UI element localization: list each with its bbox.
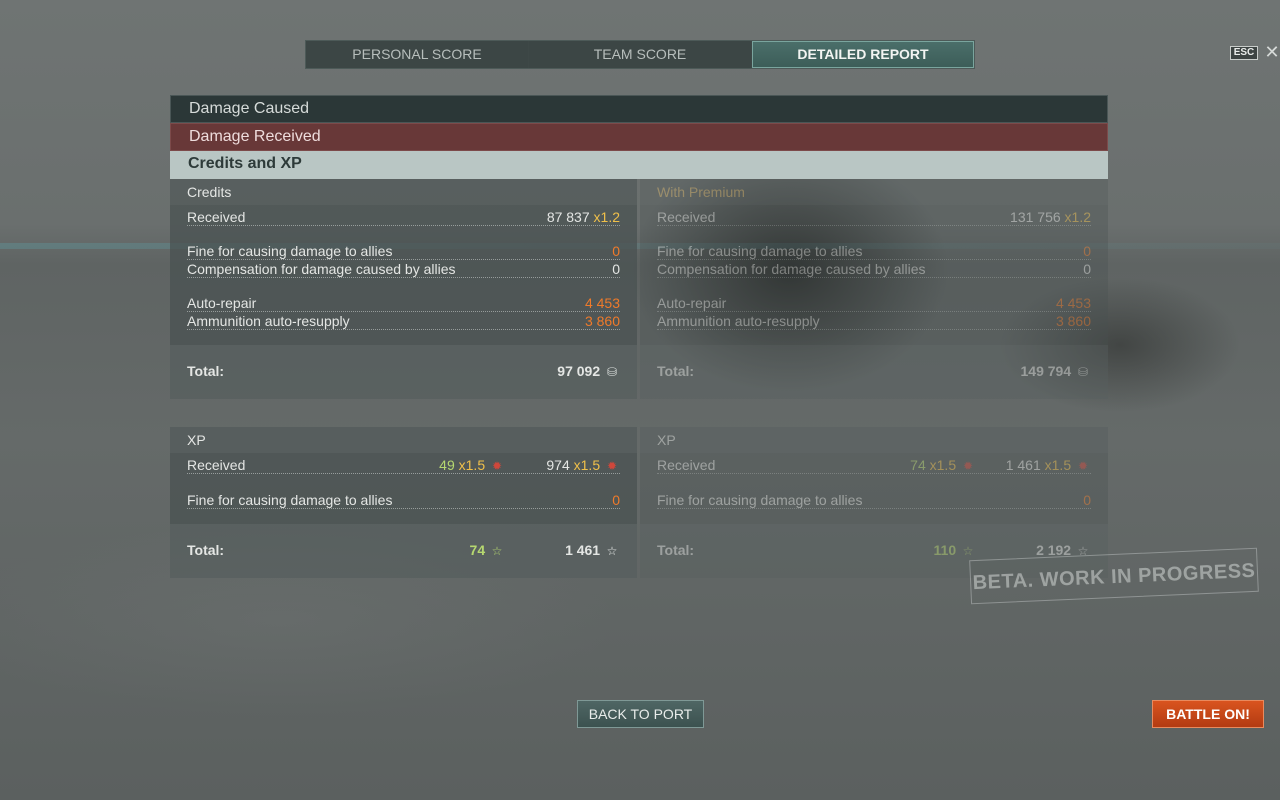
xp-multiplier-icon: ✹ — [491, 459, 503, 473]
credits-received-row: Received 87 837 x1.2 — [187, 208, 620, 226]
premium-ammo-value: 3 860 — [1055, 313, 1091, 329]
xp-premium-fine-label: Fine for causing damage to allies — [657, 492, 863, 508]
credits-panel-title: Credits — [170, 179, 637, 205]
premium-ammo-label: Ammunition auto-resupply — [657, 313, 820, 329]
xp-received-free: 974 x1.5 ✹ — [546, 456, 620, 475]
premium-fine-value: 0 — [1083, 243, 1091, 259]
xp-premium-received-row: Received 74 x1.5 ✹ 1 461 x1.5 ✹ — [657, 456, 1091, 474]
premium-ammo-row: Ammunition auto-resupply 3 860 — [657, 312, 1091, 330]
credits-compensation-value: 0 — [612, 261, 620, 277]
credits-icon: ⛁ — [606, 365, 618, 379]
tab-team-score[interactable]: TEAM SCORE — [529, 41, 752, 68]
premium-autorepair-value: 4 453 — [1055, 295, 1091, 311]
credits-ammo-row: Ammunition auto-resupply 3 860 — [187, 312, 620, 330]
xp-multiplier-icon: ✹ — [962, 459, 974, 473]
xp-premium-fine-value: 0 — [1083, 492, 1091, 508]
xp-received-label: Received — [187, 457, 246, 473]
xp-premium-title: XP — [640, 427, 1108, 453]
xp-premium-received-free: 1 461 x1.5 ✹ — [1006, 456, 1091, 475]
credits-total-label: Total: — [187, 363, 225, 379]
credits-autorepair-value: 4 453 — [584, 295, 620, 311]
xp-premium-total-label: Total: — [657, 542, 695, 558]
xp-fine-value: 0 — [612, 492, 620, 508]
credits-received-value: 87 837 x1.2 — [546, 209, 620, 225]
credits-fine-value: 0 — [612, 243, 620, 259]
credits-panel: Credits Received 87 837 x1.2 Fine for ca… — [170, 179, 637, 399]
premium-fine-label: Fine for causing damage to allies — [657, 243, 863, 259]
credits-ammo-label: Ammunition auto-resupply — [187, 313, 350, 329]
section-credits-and-xp[interactable]: Credits and XP — [170, 151, 1108, 179]
xp-premium-panel: XP Received 74 x1.5 ✹ 1 461 x1.5 ✹ Fine … — [640, 427, 1108, 578]
xp-premium-fine-row: Fine for causing damage to allies 0 — [657, 491, 1091, 509]
credits-total-area: Total: 97 092 ⛁ — [170, 345, 637, 399]
credits-autorepair-row: Auto-repair 4 453 — [187, 294, 620, 312]
premium-total-label: Total: — [657, 363, 695, 379]
credits-compensation-row: Compensation for damage caused by allies… — [187, 260, 620, 278]
battle-on-button[interactable]: BATTLE ON! — [1152, 700, 1264, 728]
xp-panel: XP Received 49 x1.5 ✹ 974 x1.5 ✹ Fine fo… — [170, 427, 637, 578]
credits-received-label: Received — [187, 209, 246, 225]
xp-premium-total-xp: 110 ☆ — [934, 542, 976, 558]
xp-fine-row: Fine for causing damage to allies 0 — [187, 491, 620, 509]
free-xp-star-icon: ☆ — [606, 544, 618, 558]
credits-fine-label: Fine for causing damage to allies — [187, 243, 393, 259]
premium-compensation-value: 0 — [1083, 261, 1091, 277]
xp-total-label: Total: — [187, 542, 225, 558]
section-damage-caused[interactable]: Damage Caused — [170, 95, 1108, 123]
xp-multiplier-icon: ✹ — [606, 459, 618, 473]
esc-key-hint[interactable]: ESC — [1230, 46, 1258, 60]
credits-ammo-value: 3 860 — [584, 313, 620, 329]
premium-total-value: 149 794 ⛁ — [1021, 363, 1092, 379]
xp-star-icon: ☆ — [491, 544, 503, 558]
premium-autorepair-row: Auto-repair 4 453 — [657, 294, 1091, 312]
credits-premium-panel: With Premium Received 131 756 x1.2 Fine … — [640, 179, 1108, 399]
premium-autorepair-label: Auto-repair — [657, 295, 727, 311]
premium-received-value: 131 756 x1.2 — [1010, 209, 1091, 225]
premium-received-label: Received — [657, 209, 716, 225]
premium-received-row: Received 131 756 x1.2 — [657, 208, 1091, 226]
back-to-port-button[interactable]: BACK TO PORT — [577, 700, 704, 728]
xp-total-free: 1 461 ☆ — [565, 542, 620, 558]
xp-total-xp: 74 ☆ — [470, 542, 505, 558]
xp-received-xp: 49 x1.5 ✹ — [439, 456, 505, 475]
close-icon[interactable]: ✕ — [1264, 42, 1280, 62]
section-damage-received[interactable]: Damage Received — [170, 123, 1108, 151]
xp-multiplier-icon: ✹ — [1077, 459, 1089, 473]
premium-compensation-row: Compensation for damage caused by allies… — [657, 260, 1091, 278]
xp-panel-title: XP — [170, 427, 637, 453]
result-tabs: PERSONAL SCORE TEAM SCORE DETAILED REPOR… — [305, 40, 975, 69]
credits-fine-row: Fine for causing damage to allies 0 — [187, 242, 620, 260]
xp-premium-received-label: Received — [657, 457, 716, 473]
tab-personal-score[interactable]: PERSONAL SCORE — [306, 41, 529, 68]
xp-star-icon: ☆ — [962, 544, 974, 558]
xp-fine-label: Fine for causing damage to allies — [187, 492, 393, 508]
xp-received-row: Received 49 x1.5 ✹ 974 x1.5 ✹ — [187, 456, 620, 474]
xp-total-area: Total: 74 ☆ 1 461 ☆ — [170, 524, 637, 578]
credits-compensation-label: Compensation for damage caused by allies — [187, 261, 456, 277]
credits-total-value: 97 092 ⛁ — [557, 363, 620, 379]
credits-autorepair-label: Auto-repair — [187, 295, 257, 311]
xp-premium-received-xp: 74 x1.5 ✹ — [910, 456, 976, 475]
tab-detailed-report[interactable]: DETAILED REPORT — [752, 41, 974, 68]
premium-fine-row: Fine for causing damage to allies 0 — [657, 242, 1091, 260]
premium-compensation-label: Compensation for damage caused by allies — [657, 261, 926, 277]
credits-premium-title: With Premium — [640, 179, 1108, 205]
credits-icon: ⛁ — [1077, 365, 1089, 379]
premium-total-area: Total: 149 794 ⛁ — [640, 345, 1108, 399]
